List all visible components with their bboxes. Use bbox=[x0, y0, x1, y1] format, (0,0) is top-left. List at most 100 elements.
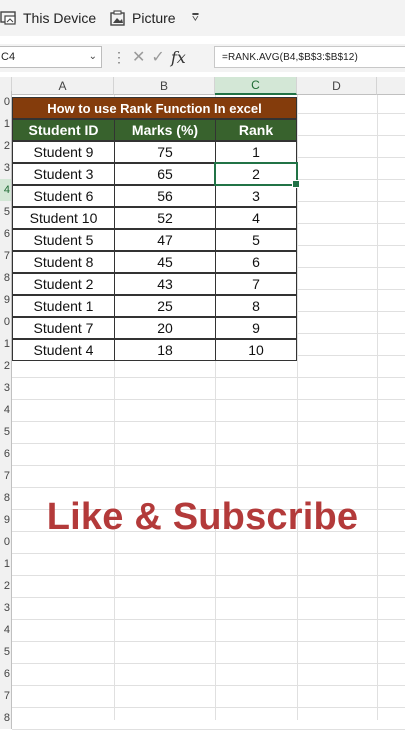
gridline bbox=[12, 377, 405, 378]
student-cell[interactable]: Student 10 bbox=[12, 207, 115, 229]
row-header[interactable]: 5 bbox=[0, 201, 12, 223]
insert-function-icon[interactable]: fx bbox=[171, 48, 186, 67]
gridline bbox=[12, 487, 405, 488]
row-header[interactable]: 6 bbox=[0, 663, 12, 685]
row-header[interactable]: 2 bbox=[0, 575, 12, 597]
student-cell[interactable]: Student 8 bbox=[12, 251, 115, 273]
student-cell[interactable]: Student 1 bbox=[12, 295, 115, 317]
device-icon bbox=[0, 10, 18, 26]
student-cell[interactable]: Student 5 bbox=[12, 229, 115, 251]
row-header[interactable]: 1 bbox=[0, 333, 12, 355]
row-header[interactable]: 3 bbox=[0, 157, 12, 179]
gridline bbox=[377, 95, 378, 720]
student-cell[interactable]: Student 3 bbox=[12, 163, 115, 185]
header-rank[interactable]: Rank bbox=[215, 119, 297, 141]
rank-cell[interactable]: 9 bbox=[215, 317, 297, 339]
marks-cell[interactable]: 25 bbox=[114, 295, 216, 317]
rank-cell[interactable]: 3 bbox=[215, 185, 297, 207]
gridline bbox=[297, 95, 298, 720]
gridline bbox=[12, 399, 405, 400]
fill-handle[interactable] bbox=[292, 180, 300, 188]
column-header-c[interactable]: C bbox=[215, 77, 297, 95]
rank-cell[interactable]: 7 bbox=[215, 273, 297, 295]
picture-button[interactable]: Picture bbox=[109, 8, 176, 28]
chevron-down-icon[interactable]: ⌄ bbox=[89, 51, 97, 62]
dropdown-more-icon[interactable]: ⩢ bbox=[192, 8, 199, 28]
marks-cell[interactable]: 75 bbox=[114, 141, 216, 163]
row-header[interactable]: 1 bbox=[0, 113, 12, 135]
enter-icon[interactable]: ✓ bbox=[151, 47, 164, 67]
student-cell[interactable]: Student 4 bbox=[12, 339, 115, 361]
row-header[interactable]: 5 bbox=[0, 421, 12, 443]
gridline bbox=[12, 663, 405, 664]
marks-cell[interactable]: 47 bbox=[114, 229, 216, 251]
student-cell[interactable]: Student 6 bbox=[12, 185, 115, 207]
gridline bbox=[12, 641, 405, 642]
more-icon[interactable]: ⋮ bbox=[112, 49, 126, 66]
rank-cell[interactable]: 10 bbox=[215, 339, 297, 361]
student-cell[interactable]: Student 2 bbox=[12, 273, 115, 295]
selected-cell-outline[interactable] bbox=[214, 162, 300, 188]
row-header[interactable]: 0 bbox=[0, 91, 12, 113]
row-header[interactable]: 2 bbox=[0, 135, 12, 157]
gridline bbox=[12, 707, 405, 708]
marks-cell[interactable]: 43 bbox=[114, 273, 216, 295]
rank-cell[interactable]: 6 bbox=[215, 251, 297, 273]
rank-cell[interactable]: 5 bbox=[215, 229, 297, 251]
marks-cell[interactable]: 45 bbox=[114, 251, 216, 273]
formula-bar: C4 ⌄ ⋮ ✕ ✓ fx =RANK.AVG(B4,$B$3:$B$12) bbox=[0, 44, 405, 72]
marks-cell[interactable]: 20 bbox=[114, 317, 216, 339]
gridline bbox=[12, 553, 405, 554]
row-header[interactable]: 3 bbox=[0, 597, 12, 619]
this-device-button[interactable]: This Device bbox=[0, 8, 96, 28]
row-header[interactable]: 4 bbox=[0, 399, 12, 421]
row-header[interactable]: 6 bbox=[0, 223, 12, 245]
student-cell[interactable]: Student 9 bbox=[12, 141, 115, 163]
row-header[interactable]: 4 bbox=[0, 619, 12, 641]
row-header[interactable]: 5 bbox=[0, 641, 12, 663]
marks-cell[interactable]: 52 bbox=[114, 207, 216, 229]
rank-cell[interactable]: 4 bbox=[215, 207, 297, 229]
ribbon: This Device Picture ⩢ bbox=[0, 0, 405, 36]
name-box[interactable]: C4 ⌄ bbox=[0, 46, 102, 68]
row-header[interactable]: 2 bbox=[0, 355, 12, 377]
header-student-id[interactable]: Student ID bbox=[12, 119, 115, 141]
formula-input[interactable]: =RANK.AVG(B4,$B$3:$B$12) bbox=[214, 46, 405, 68]
gridline bbox=[12, 619, 405, 620]
rank-cell[interactable]: 8 bbox=[215, 295, 297, 317]
row-header[interactable]: 7 bbox=[0, 465, 12, 487]
row-header[interactable]: 1 bbox=[0, 553, 12, 575]
student-cell[interactable]: Student 7 bbox=[12, 317, 115, 339]
picture-label: Picture bbox=[132, 10, 176, 26]
gridline bbox=[12, 575, 405, 576]
row-header[interactable]: 6 bbox=[0, 443, 12, 465]
gridline bbox=[12, 597, 405, 598]
column-header-a[interactable]: A bbox=[12, 77, 114, 95]
row-header[interactable]: 8 bbox=[0, 707, 12, 729]
gridline bbox=[12, 421, 405, 422]
marks-cell[interactable]: 56 bbox=[114, 185, 216, 207]
row-header[interactable]: 3 bbox=[0, 377, 12, 399]
row-header[interactable]: 4 bbox=[0, 179, 12, 201]
rank-cell[interactable]: 1 bbox=[215, 141, 297, 163]
header-marks[interactable]: Marks (%) bbox=[114, 119, 216, 141]
this-device-label: This Device bbox=[23, 10, 97, 26]
row-header[interactable]: 0 bbox=[0, 311, 12, 333]
row-header[interactable]: 7 bbox=[0, 245, 12, 267]
gridline bbox=[12, 443, 405, 444]
column-header-b[interactable]: B bbox=[114, 77, 215, 95]
column-header-d[interactable]: D bbox=[297, 77, 377, 95]
column-header-e[interactable] bbox=[377, 77, 405, 95]
formula-controls: ⋮ ✕ ✓ fx bbox=[112, 47, 208, 67]
like-subscribe-text: Like & Subscribe bbox=[46, 496, 359, 538]
row-header[interactable]: 8 bbox=[0, 267, 12, 289]
row-header[interactable]: 7 bbox=[0, 685, 12, 707]
table-title[interactable]: How to use Rank Function In excel bbox=[12, 97, 297, 119]
cancel-icon[interactable]: ✕ bbox=[132, 47, 145, 67]
row-header[interactable]: 9 bbox=[0, 289, 12, 311]
formula-text: =RANK.AVG(B4,$B$3:$B$12) bbox=[222, 51, 358, 63]
marks-cell[interactable]: 18 bbox=[114, 339, 216, 361]
picture-icon bbox=[109, 10, 127, 26]
marks-cell[interactable]: 65 bbox=[114, 163, 216, 185]
name-box-value: C4 bbox=[1, 51, 16, 63]
